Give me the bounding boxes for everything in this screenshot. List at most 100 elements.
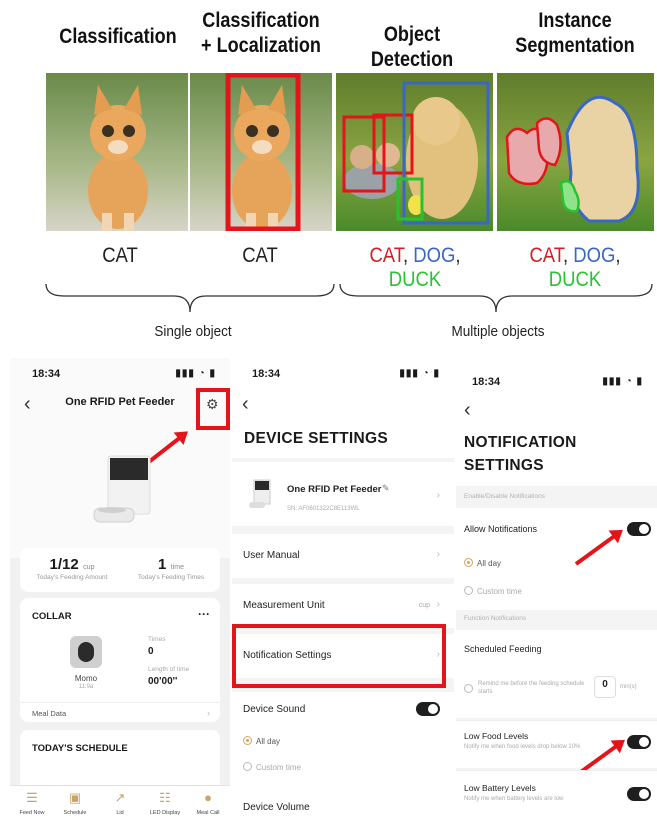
tab-lid[interactable]: ↗ Lid	[100, 790, 140, 816]
status-time: 18:34	[32, 368, 61, 380]
kitten-localization-photo	[190, 73, 332, 231]
radio-selected-icon	[464, 558, 473, 567]
separator: ,	[455, 244, 461, 267]
user-manual-row[interactable]: User Manual ›	[232, 534, 454, 578]
status-icons: ▮▮▮ ◔ ▮	[602, 376, 643, 387]
cat-label: CAT	[529, 244, 564, 267]
page-title-line2: SETTINGS	[464, 457, 544, 474]
lid-icon: ↗	[114, 790, 126, 805]
remind-radio[interactable]	[464, 684, 473, 693]
meal-data-label: Meal Data	[32, 709, 67, 718]
edit-icon[interactable]: ✎	[382, 483, 390, 494]
settings-highlight-box: ⚙	[196, 388, 230, 430]
custom-time-label: Custom time	[256, 763, 301, 772]
tab-meal-call[interactable]: ● Meal Call	[188, 790, 228, 816]
status-bar: 18:34 ▮▮▮ ◔ ▮	[10, 368, 230, 384]
multiple-objects-brace	[339, 283, 653, 313]
custom-time-radio[interactable]: Custom time	[243, 762, 301, 772]
dog-label: DOG	[413, 244, 456, 267]
dog-label: DOG	[573, 244, 616, 267]
length-value: 00'00''	[148, 676, 178, 687]
chevron-right-icon: ›	[207, 708, 210, 718]
more-options-icon[interactable]: ···	[198, 607, 210, 621]
kitten-photo	[46, 73, 188, 231]
radio-unselected-icon	[464, 586, 473, 595]
low-food-toggle[interactable]	[627, 735, 651, 749]
allow-notifications-toggle[interactable]	[627, 522, 651, 536]
feeding-times-label: Today's Feeding Times	[137, 574, 205, 581]
enable-section-label: Enable/Disable Notifications	[456, 488, 657, 506]
tab-led-display[interactable]: ☷ LED Display	[145, 790, 185, 816]
feeder-home-screen: 18:34 ▮▮▮ ◔ ▮ ‹ One RFID Pet Feeder ⚙ 1/…	[10, 358, 230, 825]
tab-label: Meal Call	[196, 810, 220, 816]
back-button[interactable]: ‹	[464, 400, 471, 420]
title-instance-segmentation: Instance Segmentation	[515, 9, 635, 57]
status-icons: ▮▮▮ ◔ ▮	[399, 368, 440, 379]
measurement-unit-label: Measurement Unit	[243, 600, 325, 611]
cv-tasks-figure: Classification Classification + Localiza…	[0, 0, 657, 355]
device-name: One RFID Pet Feeder	[287, 484, 382, 495]
low-battery-label-group: Low Battery Levels Notify me when battery…	[464, 783, 563, 802]
function-section-label: Function Notifications	[456, 610, 657, 628]
tab-label: Feed Now	[19, 810, 45, 816]
all-day-radio[interactable]: All day	[464, 558, 501, 568]
title-classification-localization: Classification + Localization	[201, 9, 321, 57]
device-volume-label: Device Volume	[243, 802, 310, 813]
allow-notifications-label: Allow Notifications	[464, 524, 538, 534]
low-battery-sub: Notify me when battery levels are low	[464, 796, 564, 802]
feeding-amount-label: Today's Feeding Amount	[36, 574, 108, 581]
all-day-radio[interactable]: All day	[243, 736, 280, 746]
feeding-amount-unit: cup	[83, 564, 95, 571]
notification-settings-highlight	[232, 624, 446, 688]
low-battery-row: Low Battery Levels Notify me when battery…	[456, 770, 657, 825]
separator: ,	[615, 244, 621, 267]
remind-minutes-stepper[interactable]: 0	[594, 676, 616, 698]
cat-label: CAT	[369, 244, 404, 267]
measurement-unit-row[interactable]: Measurement Unit cup ›	[232, 584, 454, 628]
status-bar: 18:34 ▮▮▮ ◔ ▮	[456, 368, 657, 388]
title-classification: Classification	[59, 25, 177, 48]
pet-id: 11:9a	[78, 684, 94, 690]
device-sound-toggle[interactable]	[416, 702, 440, 716]
chevron-right-icon: ›	[436, 490, 440, 501]
tab-schedule[interactable]: ▣ Schedule	[55, 790, 95, 816]
separator: ,	[563, 244, 574, 267]
back-button[interactable]: ‹	[242, 394, 249, 414]
low-battery-toggle[interactable]	[627, 787, 651, 801]
custom-time-radio[interactable]: Custom time	[464, 586, 522, 596]
collar-title: COLLAR	[32, 611, 72, 622]
user-manual-label: User Manual	[243, 550, 300, 561]
pet-name: Momo	[74, 674, 98, 683]
multiple-objects-label: Multiple objects	[451, 323, 545, 340]
page-title: DEVICE SETTINGS	[244, 430, 389, 447]
avatar	[70, 636, 102, 668]
feeding-stats-card: 1/12 cup Today's Feeding Amount 1 time T…	[20, 548, 220, 592]
device-settings-screen: 18:34 ▮▮▮ ◔ ▮ ‹ DEVICE SETTINGS One RFID…	[232, 358, 454, 825]
device-info-row[interactable]: One RFID Pet Feeder ✎ SN: AF0601322C8E11…	[232, 462, 454, 526]
length-label: Length of time	[148, 666, 190, 673]
allow-notifications-row: Allow Notifications All day Custom time	[456, 508, 657, 612]
device-volume-row[interactable]: Device Volume	[232, 794, 454, 825]
feeding-times-value: 1	[157, 556, 167, 573]
tab-feed-now[interactable]: ☰ Feed Now	[12, 790, 52, 816]
single-object-brace	[45, 283, 335, 313]
status-time: 18:34	[472, 376, 501, 388]
device-serial: SN: AF0601322C8E113WL	[287, 506, 360, 512]
scheduled-feeding-label: Scheduled Feeding	[464, 644, 542, 654]
single-object-label: Single object	[154, 323, 232, 340]
low-food-sub: Notify me when food levels drop below 10…	[464, 744, 581, 750]
device-sound-label: Device Sound	[243, 704, 306, 715]
schedule-title: TODAY'S SCHEDULE	[32, 743, 128, 754]
device-sound-row: Device Sound All day Custom time	[232, 692, 454, 802]
chevron-right-icon: ›	[436, 549, 440, 560]
collar-card: COLLAR ··· Momo 11:9a Times 0 Length of …	[20, 598, 220, 722]
instance-segmentation-photo	[497, 73, 654, 231]
times-value: 0	[148, 646, 154, 657]
gear-icon[interactable]: ⚙	[206, 396, 219, 413]
feeding-amount-value: 1/12	[49, 556, 79, 573]
scheduled-feeding-row: Scheduled Feeding Remind me before the f…	[456, 630, 657, 718]
times-label: Times	[148, 636, 166, 643]
low-battery-label: Low Battery Levels	[464, 783, 536, 793]
label-localization: CAT	[242, 244, 278, 267]
meal-data-row[interactable]: Meal Data ›	[20, 702, 220, 722]
